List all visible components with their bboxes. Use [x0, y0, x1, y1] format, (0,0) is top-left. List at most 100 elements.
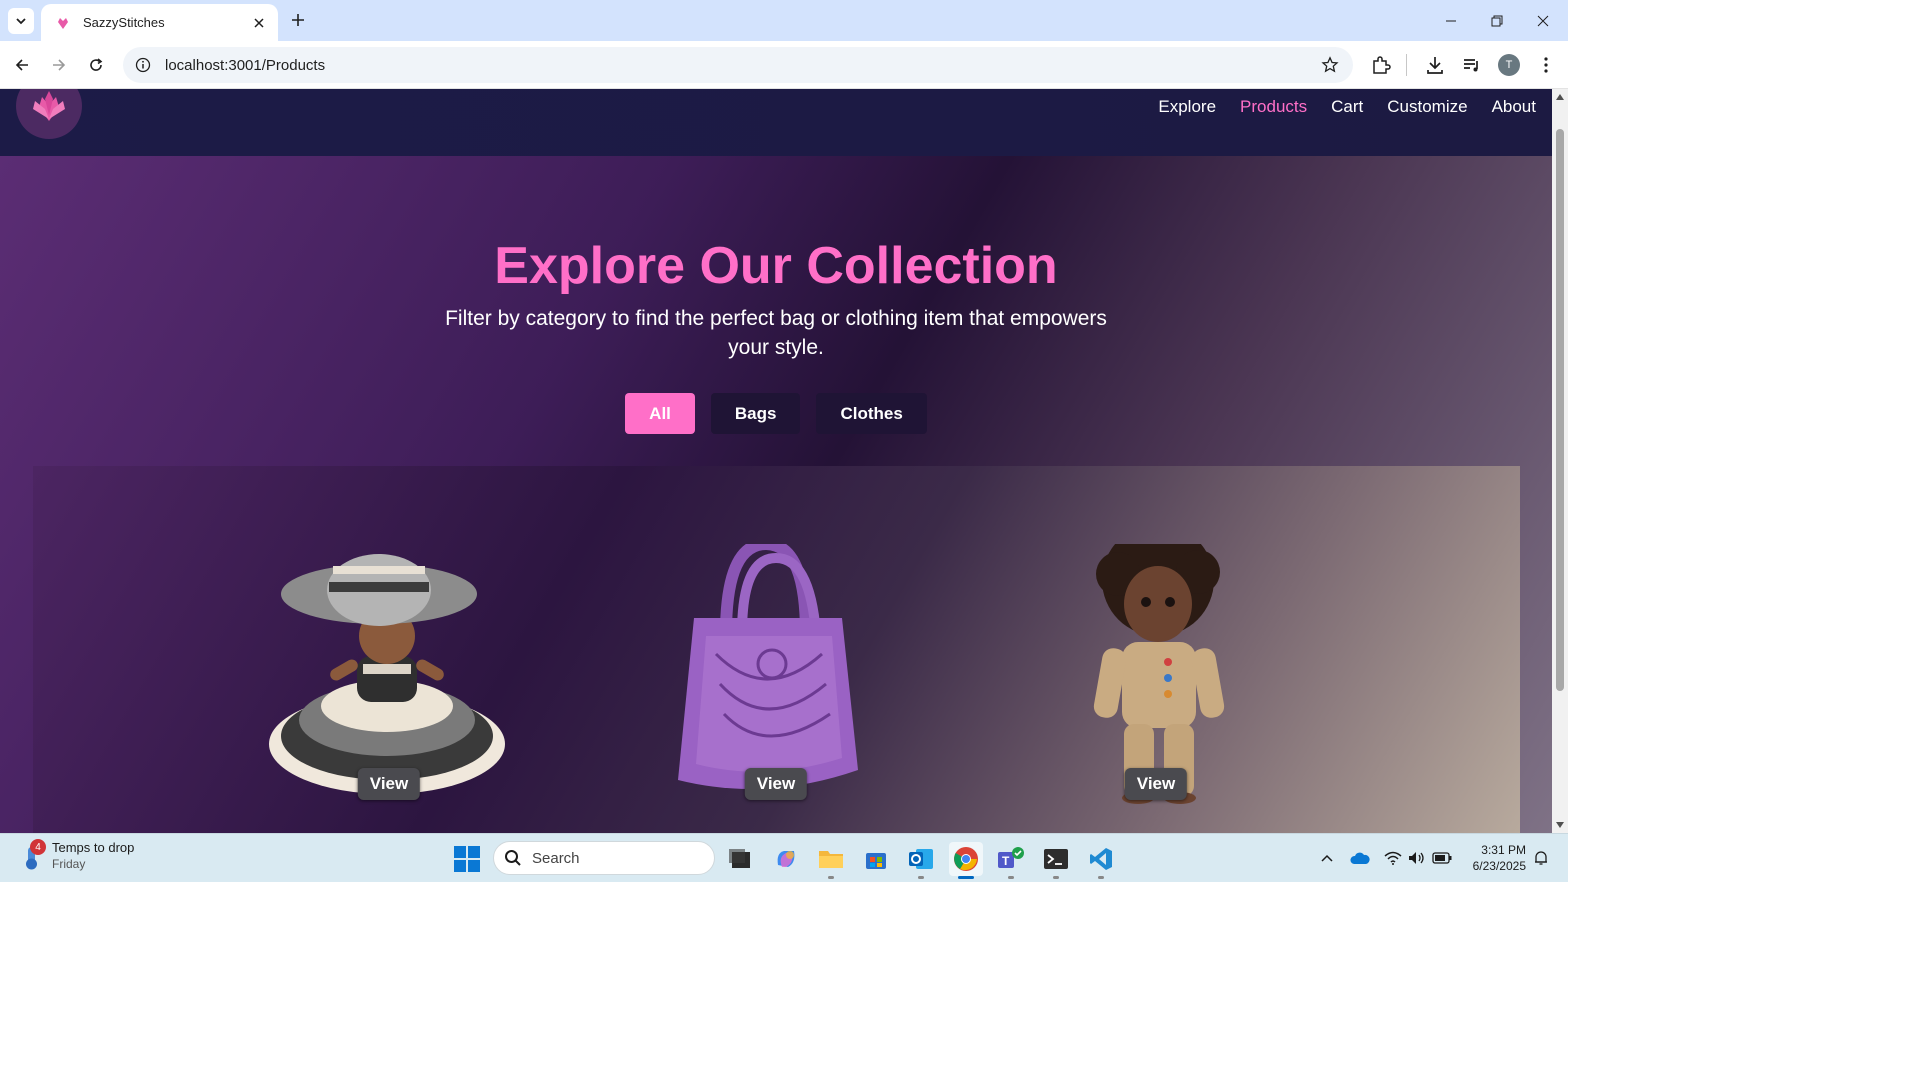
chevron-up-icon	[1321, 854, 1333, 862]
browser-toolbar: localhost:3001/Products T	[0, 41, 1568, 89]
file-explorer-app[interactable]	[814, 842, 848, 879]
filter-all-button[interactable]: All	[625, 393, 695, 434]
outlook-icon	[909, 849, 933, 869]
browser-menu-button[interactable]	[1534, 53, 1558, 77]
close-tab-icon[interactable]	[250, 14, 268, 32]
running-indicator	[918, 876, 924, 879]
site-info-icon	[135, 57, 151, 73]
thermometer-icon: 4	[20, 839, 46, 871]
download-icon	[1427, 57, 1443, 74]
task-view-button[interactable]	[723, 842, 757, 876]
playlist-icon	[1464, 59, 1478, 72]
reload-icon	[90, 58, 103, 71]
more-vertical-icon	[1544, 57, 1548, 73]
clock-time: 3:31 PM	[1481, 843, 1526, 857]
address-bar[interactable]: localhost:3001/Products	[123, 47, 1353, 83]
microsoft-store-app[interactable]	[859, 842, 893, 876]
knit-outfit-doll-image	[1093, 544, 1225, 804]
chrome-app[interactable]	[949, 842, 983, 879]
site-favicon-icon	[55, 15, 71, 31]
bookmark-star-icon[interactable]	[1321, 56, 1339, 79]
folder-icon	[819, 851, 843, 868]
teams-icon: T	[998, 847, 1024, 868]
running-indicator	[1008, 876, 1014, 879]
taskbar-search-placeholder: Search	[532, 849, 580, 867]
site-logo[interactable]	[16, 89, 82, 139]
site-navbar: Explore Products Cart Customize About	[0, 89, 1552, 156]
outlook-app[interactable]	[904, 842, 938, 879]
lotus-logo-icon	[33, 91, 65, 121]
filter-bags-button[interactable]: Bags	[710, 393, 801, 434]
weather-subtitle: Friday	[52, 857, 86, 871]
terminal-icon	[1044, 849, 1068, 869]
teams-app[interactable]: T	[994, 842, 1028, 879]
page-subtitle: Filter by category to find the perfect b…	[445, 307, 1107, 359]
weather-widget[interactable]: 4 Temps to drop Friday	[20, 839, 135, 872]
tab-title: SazzyStitches	[83, 15, 165, 30]
plus-icon	[292, 14, 304, 26]
restore-button[interactable]	[1474, 0, 1520, 41]
terminal-app[interactable]	[1039, 842, 1073, 879]
weather-title: Temps to drop	[52, 840, 135, 855]
media-controls-button[interactable]	[1460, 53, 1484, 77]
reload-button[interactable]	[84, 53, 108, 77]
running-indicator	[1098, 876, 1104, 879]
system-clock[interactable]: 3:31 PM 6/23/2025	[1460, 842, 1526, 874]
weather-badge: 4	[30, 839, 46, 855]
url-text: localhost:3001/Products	[165, 56, 326, 74]
nav-products[interactable]: Products	[1240, 97, 1307, 117]
new-tab-button[interactable]	[287, 9, 309, 31]
chevron-down-icon	[16, 18, 26, 25]
taskbar-search[interactable]: Search	[493, 841, 715, 875]
purple-bag-image	[678, 544, 858, 789]
notification-bell-icon[interactable]	[1530, 847, 1552, 869]
tab-search-button[interactable]	[8, 8, 34, 34]
view-product-button[interactable]: View	[1124, 768, 1188, 800]
close-window-button[interactable]	[1520, 0, 1566, 41]
close-icon	[1537, 15, 1549, 26]
chrome-icon	[954, 847, 978, 871]
view-product-button[interactable]: View	[744, 768, 808, 800]
volume-icon[interactable]	[1406, 847, 1428, 869]
copilot-app[interactable]	[769, 842, 803, 876]
vscode-app[interactable]	[1084, 842, 1118, 879]
battery-icon[interactable]	[1431, 847, 1453, 869]
view-product-button[interactable]: View	[357, 768, 421, 800]
start-button[interactable]	[452, 844, 482, 874]
nav-explore[interactable]: Explore	[1158, 97, 1216, 117]
scrollbar-thumb[interactable]	[1556, 129, 1564, 691]
site-nav-links: Explore Products Cart Customize About	[1158, 97, 1536, 117]
nav-cart[interactable]: Cart	[1331, 97, 1363, 117]
toolbar-separator	[1406, 54, 1407, 76]
scroll-up-arrow-icon[interactable]	[1555, 92, 1565, 102]
forward-button[interactable]	[47, 53, 71, 77]
browser-tab[interactable]: SazzyStitches	[41, 4, 278, 41]
profile-avatar[interactable]: T	[1498, 54, 1520, 76]
running-indicator	[1053, 876, 1059, 879]
wifi-icon[interactable]	[1382, 847, 1404, 869]
browser-tab-bar: SazzyStitches	[0, 0, 1568, 41]
nav-about[interactable]: About	[1492, 97, 1536, 117]
onedrive-tray-icon[interactable]	[1349, 847, 1371, 869]
search-icon	[505, 850, 521, 866]
minimize-button[interactable]	[1428, 0, 1474, 41]
vscode-icon	[1090, 848, 1112, 870]
arrow-left-icon	[15, 59, 28, 71]
product-card[interactable]: View	[646, 544, 906, 806]
downloads-button[interactable]	[1423, 53, 1447, 77]
extensions-button[interactable]	[1369, 53, 1393, 77]
back-button[interactable]	[10, 53, 34, 77]
task-view-icon	[729, 849, 750, 868]
windows-taskbar: 4 Temps to drop Friday Search T 3:31 PM …	[0, 833, 1568, 882]
page-scrollbar[interactable]	[1552, 89, 1568, 833]
product-card[interactable]: View	[1026, 544, 1286, 806]
scroll-down-arrow-icon[interactable]	[1555, 820, 1565, 830]
category-filters: All Bags Clothes	[0, 393, 1552, 434]
tray-overflow-button[interactable]	[1316, 847, 1338, 869]
product-card[interactable]: View	[259, 544, 519, 806]
nav-customize[interactable]: Customize	[1387, 97, 1467, 117]
running-indicator	[958, 876, 974, 879]
puzzle-icon	[1373, 56, 1391, 74]
store-icon	[866, 853, 886, 869]
filter-clothes-button[interactable]: Clothes	[816, 393, 927, 434]
